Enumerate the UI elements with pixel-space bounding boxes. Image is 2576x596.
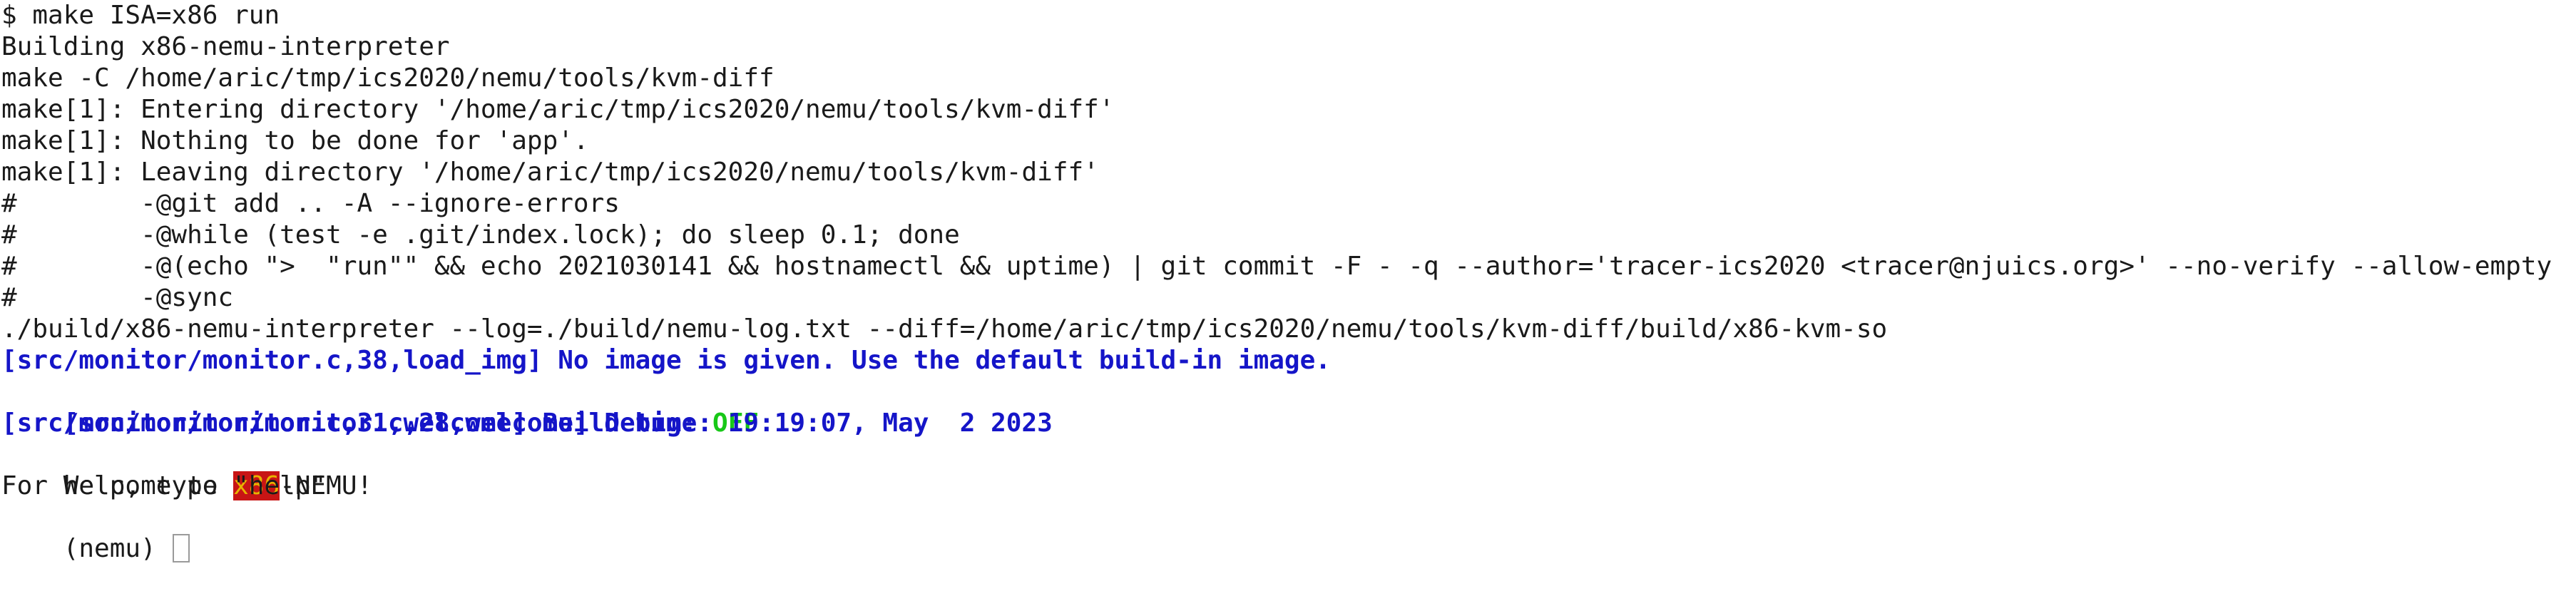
terminal-window[interactable]: $ make ISA=x86 run Building x86-nemu-int… [0, 0, 2576, 563]
log-build-time: [src/monitor/monitor.c,31,welcome] Build… [1, 409, 1053, 438]
log-debug-line: [src/monitor/monitor.c,28,welcome] Debug… [1, 376, 2576, 438]
log-load-img: [src/monitor/monitor.c,38,load_img] No i… [1, 346, 1331, 375]
welcome-line: Welcome to x86-NEMU! [1, 439, 2576, 500]
help-hint: For help, type "help" [1, 471, 327, 500]
terminal-line: # -@git add .. -A --ignore-errors [1, 189, 620, 218]
terminal-line: make -C /home/aric/tmp/ics2020/nemu/tool… [1, 63, 775, 93]
nemu-prompt: (nemu) [63, 534, 172, 563]
terminal-line: # -@(echo "> "run"" && echo 2021030141 &… [1, 252, 2552, 281]
terminal-line: $ make ISA=x86 run [1, 1, 280, 30]
terminal-line: # -@sync [1, 283, 234, 312]
terminal-line: make[1]: Nothing to be done for 'app'. [1, 126, 589, 155]
prompt-line[interactable]: (nemu) [1, 502, 2576, 563]
text-cursor[interactable] [173, 534, 190, 562]
terminal-line: make[1]: Leaving directory '/home/aric/t… [1, 158, 1099, 187]
terminal-line: # -@while (test -e .git/index.lock); do … [1, 220, 960, 250]
terminal-line: Building x86-nemu-interpreter [1, 32, 450, 61]
terminal-line: make[1]: Entering directory '/home/aric/… [1, 95, 1115, 124]
terminal-line: ./build/x86-nemu-interpreter --log=./bui… [1, 314, 1888, 344]
